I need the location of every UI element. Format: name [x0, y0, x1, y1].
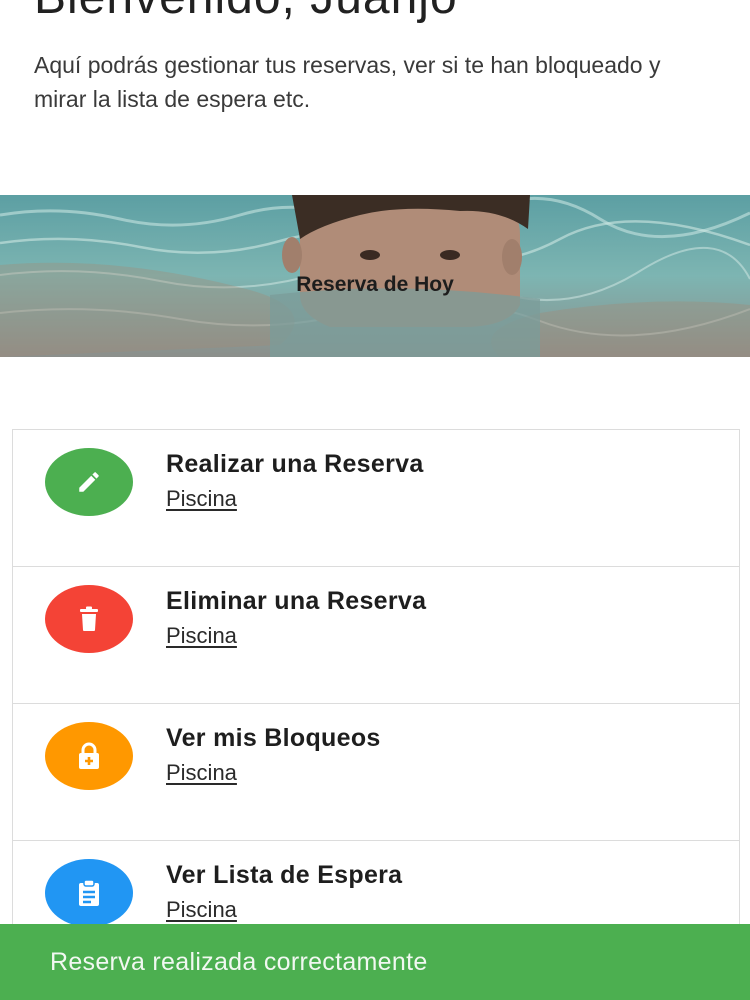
menu-item-subtitle-link[interactable]: Piscina — [166, 486, 237, 512]
trash-icon — [45, 585, 133, 653]
menu-item-label: Ver Lista de Espera — [166, 861, 403, 889]
list-item-ver-bloqueos[interactable]: Ver mis Bloqueos Piscina — [13, 704, 739, 841]
clipboard-list-icon — [45, 859, 133, 927]
welcome-title: Bienvenido, Juanjo — [34, 0, 458, 25]
menu-item-subtitle-link[interactable]: Piscina — [166, 623, 237, 649]
hero-banner[interactable]: Reserva de Hoy — [0, 195, 750, 357]
list-item-realizar-reserva[interactable]: Realizar una Reserva Piscina — [13, 430, 739, 567]
list-item-eliminar-reserva[interactable]: Eliminar una Reserva Piscina — [13, 567, 739, 704]
menu-item-subtitle-link[interactable]: Piscina — [166, 760, 237, 786]
menu-item-label: Realizar una Reserva — [166, 450, 424, 478]
snackbar-success: Reserva realizada correctamente — [0, 924, 750, 1000]
actions-list: Realizar una Reserva Piscina Eliminar un… — [12, 429, 740, 978]
lock-add-icon — [45, 722, 133, 790]
menu-item-subtitle-link[interactable]: Piscina — [166, 897, 237, 923]
pencil-icon — [45, 448, 133, 516]
hero-caption: Reserva de Hoy — [296, 273, 454, 296]
welcome-description: Aquí podrás gestionar tus reservas, ver … — [34, 52, 661, 112]
snackbar-message: Reserva realizada correctamente — [50, 947, 428, 976]
menu-item-label: Eliminar una Reserva — [166, 587, 427, 615]
menu-item-label: Ver mis Bloqueos — [166, 724, 381, 752]
